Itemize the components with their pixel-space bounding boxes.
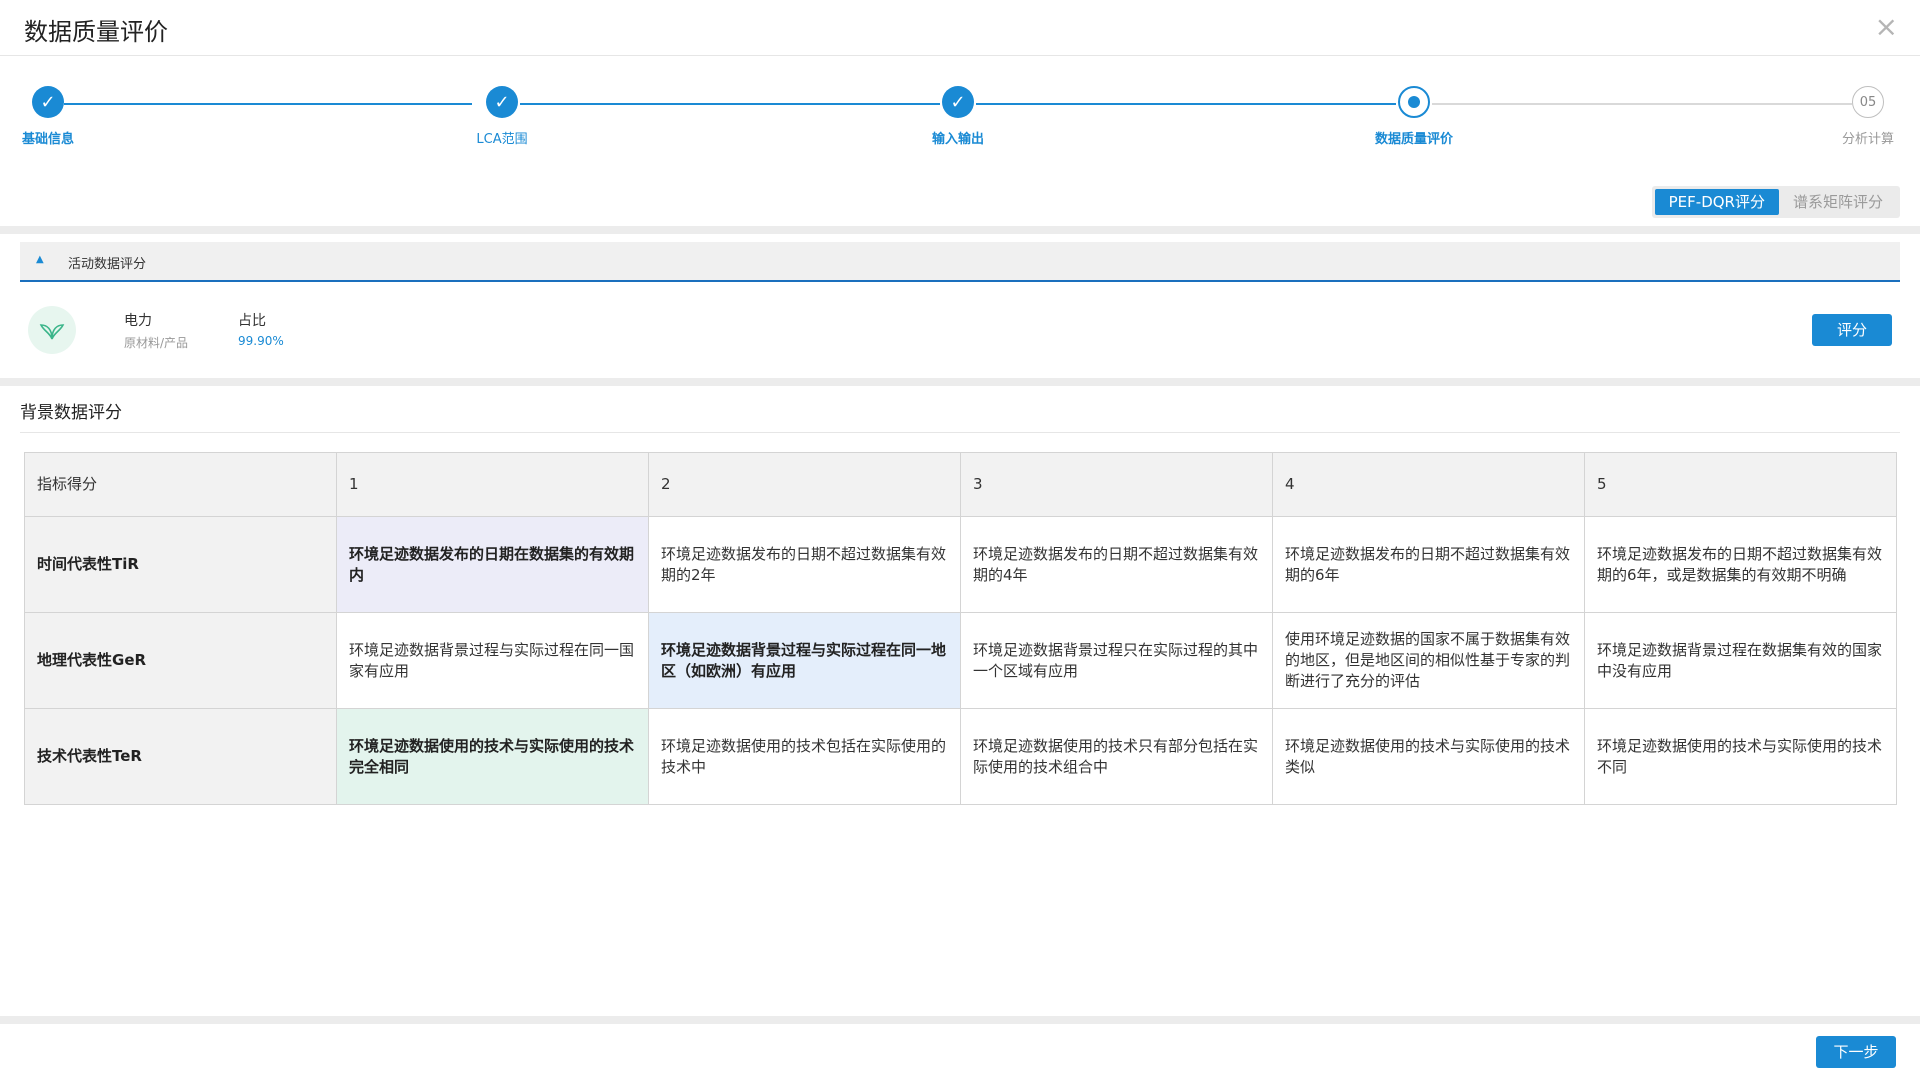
score-cell[interactable]: 环境足迹数据背景过程只在实际过程的其中一个区域有应用	[960, 612, 1273, 709]
step-label: LCA范围	[476, 132, 528, 147]
row-label: 时间代表性TiR	[24, 516, 337, 613]
background-section-title: 背景数据评分	[20, 403, 122, 423]
step-basic-info[interactable]: ✓ 基础信息	[0, 86, 118, 147]
score-cell[interactable]: 环境足迹数据背景过程在数据集有效的国家中没有应用	[1584, 612, 1897, 709]
dialog-header: 数据质量评价 ×	[0, 0, 1920, 56]
step-label: 基础信息	[21, 132, 74, 147]
header-cell: 2	[648, 452, 961, 517]
score-cell[interactable]: 环境足迹数据使用的技术只有部分包括在实际使用的技术组合中	[960, 708, 1273, 805]
divider	[0, 1016, 1920, 1024]
check-icon: ✓	[486, 86, 518, 118]
step-label: 输入输出	[931, 132, 984, 147]
header-cell: 4	[1272, 452, 1585, 517]
score-cell[interactable]: 环境足迹数据发布的日期不超过数据集有效期的6年，或是数据集的有效期不明确	[1584, 516, 1897, 613]
step-number: 05	[1852, 86, 1884, 118]
table-row-tir: 时间代表性TiR 环境足迹数据发布的日期在数据集的有效期内 环境足迹数据发布的日…	[24, 516, 1897, 613]
score-cell[interactable]: 环境足迹数据发布的日期不超过数据集有效期的2年	[648, 516, 961, 613]
table-row-ter: 技术代表性TeR 环境足迹数据使用的技术与实际使用的技术完全相同 环境足迹数据使…	[24, 708, 1897, 805]
activity-item-row: 电力 原材料/产品 占比 99.90% 评分	[20, 290, 1900, 370]
dialog-title: 数据质量评价	[24, 18, 168, 46]
header-cell: 1	[336, 452, 649, 517]
step-connector	[520, 103, 940, 105]
current-step-icon	[1398, 86, 1430, 118]
divider	[0, 378, 1920, 386]
header-cell: 3	[960, 452, 1273, 517]
step-input-output[interactable]: ✓ 输入输出	[888, 86, 1028, 147]
dqr-matrix: 指标得分 1 2 3 4 5 时间代表性TiR 环境足迹数据发布的日期在数据集的…	[24, 452, 1897, 805]
activity-section-header[interactable]: ▲ 活动数据评分	[20, 242, 1900, 282]
step-connector	[1432, 103, 1852, 105]
score-cell[interactable]: 环境足迹数据使用的技术与实际使用的技术不同	[1584, 708, 1897, 805]
leaf-icon	[28, 306, 76, 354]
score-cell-selected[interactable]: 环境足迹数据背景过程与实际过程在同一地区（如欧洲）有应用	[648, 612, 961, 709]
row-label: 技术代表性TeR	[24, 708, 337, 805]
share-value: 99.90%	[238, 334, 284, 348]
table-header-row: 指标得分 1 2 3 4 5	[24, 452, 1897, 517]
tab-pef-dqr[interactable]: PEF-DQR评分	[1654, 189, 1779, 215]
check-icon: ✓	[942, 86, 974, 118]
step-label: 数据质量评价	[1374, 132, 1453, 147]
item-category: 原材料/产品	[124, 336, 189, 350]
score-cell[interactable]: 环境足迹数据发布的日期不超过数据集有效期的4年	[960, 516, 1273, 613]
score-cell[interactable]: 环境足迹数据使用的技术包括在实际使用的技术中	[648, 708, 961, 805]
step-data-quality[interactable]: 数据质量评价	[1344, 86, 1484, 147]
score-cell[interactable]: 环境足迹数据发布的日期不超过数据集有效期的6年	[1272, 516, 1585, 613]
step-lca-scope[interactable]: ✓ LCA范围	[432, 86, 572, 147]
table-row-ger: 地理代表性GeR 环境足迹数据背景过程与实际过程在同一国家有应用 环境足迹数据背…	[24, 612, 1897, 709]
scoring-method-toggle: PEF-DQR评分 谱系矩阵评分	[1651, 186, 1900, 218]
score-cell[interactable]: 环境足迹数据背景过程与实际过程在同一国家有应用	[336, 612, 649, 709]
tab-pedigree-matrix[interactable]: 谱系矩阵评分	[1779, 189, 1897, 215]
step-label: 分析计算	[1841, 132, 1894, 147]
next-step-button[interactable]: 下一步	[1816, 1036, 1896, 1068]
row-label: 地理代表性GeR	[24, 612, 337, 709]
score-cell-selected[interactable]: 环境足迹数据使用的技术与实际使用的技术完全相同	[336, 708, 649, 805]
score-cell[interactable]: 环境足迹数据使用的技术与实际使用的技术类似	[1272, 708, 1585, 805]
activity-section-title: 活动数据评分	[68, 257, 147, 272]
step-connector	[976, 103, 1396, 105]
share-label: 占比	[238, 313, 266, 329]
header-cell: 指标得分	[24, 452, 337, 517]
score-cell-selected[interactable]: 环境足迹数据发布的日期在数据集的有效期内	[336, 516, 649, 613]
score-cell[interactable]: 使用环境足迹数据的国家不属于数据集有效的地区，但是地区间的相似性基于专家的判断进…	[1272, 612, 1585, 709]
step-connector	[64, 103, 472, 105]
close-icon[interactable]: ×	[1875, 12, 1898, 42]
score-button[interactable]: 评分	[1812, 314, 1892, 346]
divider	[20, 432, 1900, 433]
collapse-arrow-icon[interactable]: ▲	[36, 254, 44, 265]
item-name: 电力	[124, 313, 152, 329]
check-icon: ✓	[32, 86, 64, 118]
progress-stepper: ✓ 基础信息 ✓ LCA范围 ✓ 输入输出 数据质量评价 05 分析计算	[0, 56, 1920, 180]
header-cell: 5	[1584, 452, 1897, 517]
divider	[0, 226, 1920, 234]
step-analysis[interactable]: 05 分析计算	[1798, 86, 1920, 147]
